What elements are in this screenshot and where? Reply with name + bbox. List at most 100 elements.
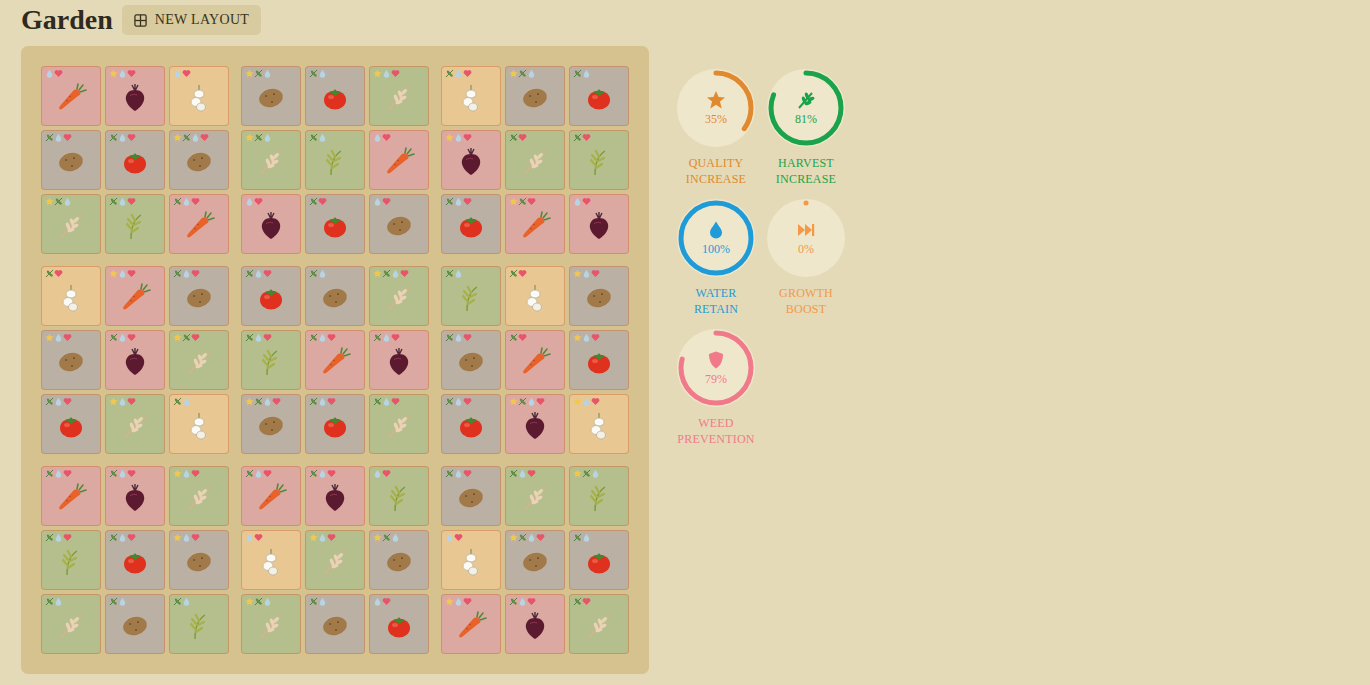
garden-tile[interactable] [441, 194, 501, 254]
garden-tile[interactable] [169, 266, 229, 326]
garden-tile[interactable] [169, 530, 229, 590]
garden-tile[interactable] [305, 594, 365, 654]
garden-tile[interactable] [569, 594, 629, 654]
heart-icon [463, 469, 472, 478]
garden-tile[interactable] [505, 530, 565, 590]
garden-tile[interactable] [305, 330, 365, 390]
drop-icon [518, 469, 527, 478]
garden-tile[interactable] [105, 466, 165, 526]
garden-tile[interactable] [41, 530, 101, 590]
garden-tile[interactable] [569, 66, 629, 126]
garden-tile[interactable] [305, 394, 365, 454]
garden-tile[interactable] [305, 266, 365, 326]
new-layout-button[interactable]: NEW LAYOUT [122, 5, 261, 35]
garden-tile[interactable] [369, 394, 429, 454]
garden-tile[interactable] [505, 66, 565, 126]
garden-tile[interactable] [105, 266, 165, 326]
garden-tile[interactable] [505, 594, 565, 654]
garden-tile[interactable] [369, 194, 429, 254]
heart-icon [182, 69, 191, 78]
garden-tile[interactable] [105, 194, 165, 254]
garden-tile[interactable] [505, 130, 565, 190]
drop-icon [45, 69, 54, 78]
garden-tile[interactable] [369, 466, 429, 526]
garden-tile[interactable] [169, 594, 229, 654]
drop-icon [318, 69, 327, 78]
garden-tile[interactable] [169, 466, 229, 526]
stat-ring: 79% [677, 329, 755, 407]
garden-tile[interactable] [569, 130, 629, 190]
garden-tile[interactable] [569, 530, 629, 590]
drop-icon [527, 397, 536, 406]
garden-tile[interactable] [105, 594, 165, 654]
garden-tile[interactable] [569, 194, 629, 254]
wheat-icon [55, 610, 87, 642]
garden-tile[interactable] [241, 530, 301, 590]
star-icon [173, 333, 182, 342]
garden-tile[interactable] [441, 530, 501, 590]
garden-tile[interactable] [41, 66, 101, 126]
garden-tile[interactable] [241, 394, 301, 454]
garden-tile[interactable] [441, 66, 501, 126]
garden-tile[interactable] [569, 394, 629, 454]
rice-icon [255, 346, 287, 378]
garden-tile[interactable] [505, 266, 565, 326]
garden-tile[interactable] [41, 330, 101, 390]
garden-tile[interactable] [305, 466, 365, 526]
garden-tile[interactable] [441, 130, 501, 190]
garden-tile[interactable] [305, 66, 365, 126]
garden-tile[interactable] [569, 330, 629, 390]
beet-icon [383, 346, 415, 378]
garden-tile[interactable] [441, 330, 501, 390]
garden-tile[interactable] [369, 66, 429, 126]
garden-tile[interactable] [369, 330, 429, 390]
garden-tile[interactable] [41, 130, 101, 190]
garden-tile[interactable] [41, 194, 101, 254]
garden-tile[interactable] [241, 194, 301, 254]
garden-tile[interactable] [41, 466, 101, 526]
garden-tile[interactable] [369, 266, 429, 326]
fast-forward-icon [796, 220, 816, 240]
garden-tile[interactable] [569, 466, 629, 526]
garden-tile[interactable] [369, 530, 429, 590]
garden-tile[interactable] [441, 394, 501, 454]
garden-tile[interactable] [241, 594, 301, 654]
garden-tile[interactable] [169, 130, 229, 190]
garden-tile[interactable] [505, 330, 565, 390]
garden-tile[interactable] [305, 130, 365, 190]
garden-tile[interactable] [241, 130, 301, 190]
rice-icon [319, 146, 351, 178]
garden-tile[interactable] [241, 466, 301, 526]
garden-tile[interactable] [505, 194, 565, 254]
garden-board [21, 46, 649, 674]
garden-tile[interactable] [505, 466, 565, 526]
garden-tile[interactable] [305, 194, 365, 254]
garden-tile[interactable] [569, 266, 629, 326]
garden-tile[interactable] [105, 530, 165, 590]
garden-tile[interactable] [441, 594, 501, 654]
garden-tile[interactable] [41, 394, 101, 454]
garden-tile[interactable] [505, 394, 565, 454]
garden-tile[interactable] [441, 466, 501, 526]
effect-badges [173, 197, 200, 206]
garden-tile[interactable] [169, 394, 229, 454]
garden-tile[interactable] [241, 330, 301, 390]
garden-tile[interactable] [241, 66, 301, 126]
garden-tile[interactable] [305, 530, 365, 590]
garden-tile[interactable] [169, 66, 229, 126]
drop-icon [182, 533, 191, 542]
leaf-icon [45, 397, 54, 406]
garden-tile[interactable] [41, 266, 101, 326]
garden-tile[interactable] [105, 394, 165, 454]
effect-badges [445, 69, 472, 78]
garden-tile[interactable] [105, 330, 165, 390]
garden-tile[interactable] [41, 594, 101, 654]
garden-tile[interactable] [169, 194, 229, 254]
garden-tile[interactable] [369, 594, 429, 654]
garden-tile[interactable] [105, 130, 165, 190]
garden-tile[interactable] [441, 266, 501, 326]
garden-tile[interactable] [241, 266, 301, 326]
garden-tile[interactable] [369, 130, 429, 190]
garden-tile[interactable] [105, 66, 165, 126]
garden-tile[interactable] [169, 330, 229, 390]
